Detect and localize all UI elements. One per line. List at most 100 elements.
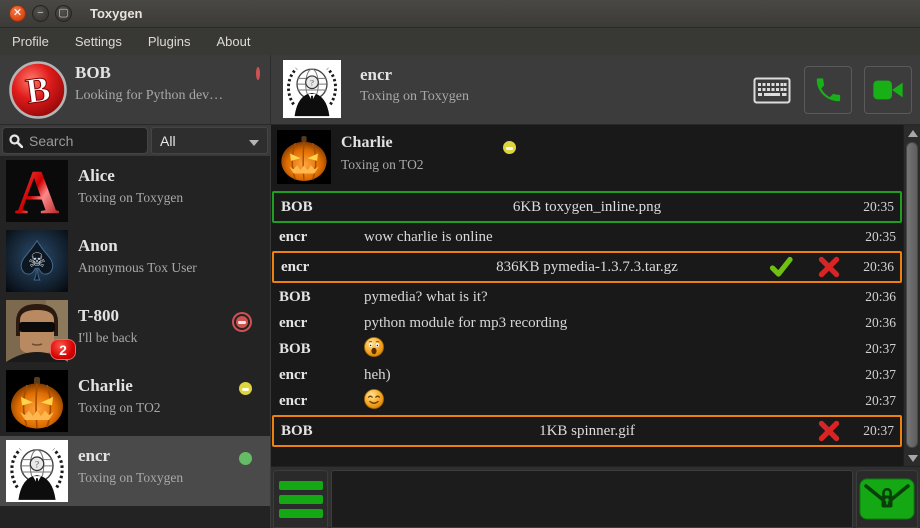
- menu-about[interactable]: About: [216, 34, 250, 49]
- contact-status-message: Toxing on Toxygen: [78, 190, 183, 206]
- contact-name: Charlie: [78, 376, 133, 396]
- send-encrypted-button[interactable]: [856, 470, 918, 528]
- self-status-message: Looking for Python dev…: [75, 88, 223, 104]
- message-text: heh): [364, 367, 854, 384]
- message-text: wow charlie is online: [364, 229, 854, 246]
- attachments-menu-button[interactable]: [273, 470, 328, 528]
- accept-file-button[interactable]: [768, 254, 794, 280]
- message-sender: BOB: [274, 423, 366, 440]
- message-time: 20:35: [854, 229, 902, 245]
- file-transfer-label: 6KB toxygen_inline.png: [274, 199, 900, 216]
- maximize-icon[interactable]: ▢: [55, 5, 72, 22]
- message-sender: BOB: [272, 341, 364, 358]
- busy-ring-status-icon: [236, 316, 248, 328]
- contact-list-item-encr[interactable]: ? encr Toxing on Toxygen: [0, 436, 270, 506]
- self-name: BOB: [75, 63, 111, 83]
- decline-file-button[interactable]: [816, 254, 842, 280]
- contact-name: T-800: [78, 306, 119, 326]
- chat-contact-status: Toxing on TO2: [341, 157, 424, 173]
- message-time: 20:37: [854, 367, 902, 383]
- avatar: ?: [6, 440, 68, 502]
- keyboard-icon[interactable]: [752, 75, 792, 105]
- message-row: BOB 20:37: [272, 336, 902, 362]
- filter-value: All: [160, 133, 176, 149]
- svg-text:A: A: [15, 160, 60, 222]
- chat-contact-name: Charlie: [341, 134, 393, 152]
- message-row: encr python module for mp3 recording 20:…: [272, 310, 902, 336]
- contact-status-message: Anonymous Tox User: [78, 260, 197, 276]
- contact-name: Alice: [78, 166, 115, 186]
- file-transfer-label: 1KB spinner.gif: [274, 423, 900, 440]
- avatar: ♠ ☠: [6, 230, 68, 292]
- scrollbar-thumb[interactable]: [906, 142, 918, 448]
- message-time: 20:36: [854, 315, 902, 331]
- search-box[interactable]: [2, 127, 148, 154]
- message-input[interactable]: [331, 470, 853, 528]
- chat-scrollbar[interactable]: [903, 125, 920, 466]
- message-time: 20:36: [852, 259, 900, 275]
- toxygen-window: ✕ − ▢ Toxygen Profile Settings Plugins A…: [0, 0, 920, 528]
- menu-plugins[interactable]: Plugins: [148, 34, 191, 49]
- active-contact-name: encr: [360, 65, 392, 85]
- message-scroll-area: Charlie Toxing on TO2 BOB 6KB toxygen_in…: [271, 125, 903, 466]
- avatar: B: [8, 60, 68, 120]
- active-contact-card: ? encr Toxing on Toxygen: [280, 55, 700, 125]
- close-icon[interactable]: ✕: [9, 5, 26, 22]
- titlebar: ✕ − ▢ Toxygen: [0, 0, 920, 28]
- message-row: encr 20:37: [272, 388, 902, 414]
- avatar: [277, 130, 331, 184]
- chevron-down-icon: [249, 140, 259, 146]
- video-icon: [872, 77, 904, 103]
- minimize-icon[interactable]: −: [32, 5, 49, 22]
- audio-call-button[interactable]: [804, 66, 852, 114]
- contact-status-message: Toxing on TO2: [78, 400, 161, 416]
- message-time: 20:35: [852, 199, 900, 215]
- menubar: Profile Settings Plugins About: [0, 28, 920, 55]
- scroll-up-icon[interactable]: [904, 125, 920, 141]
- message-time: 20:36: [854, 289, 902, 305]
- contacts-sidebar: All A Alice Toxing on Toxygen ♠ ☠ Anon A…: [0, 125, 270, 528]
- message-sender: encr: [272, 393, 364, 410]
- contact-name: encr: [78, 446, 110, 466]
- message-time: 20:37: [854, 393, 902, 409]
- search-input[interactable]: [29, 133, 129, 149]
- panel-divider: [270, 55, 271, 124]
- shocked-emoji-icon: [364, 337, 854, 362]
- window-title: Toxygen: [90, 6, 143, 21]
- away-status-icon: [239, 382, 252, 395]
- contact-status-message: I'll be back: [78, 330, 137, 346]
- top-panel: B BOB Looking for Python dev… ? encr Tox…: [0, 55, 920, 125]
- message-time: 20:37: [854, 341, 902, 357]
- message-sender: encr: [272, 229, 364, 246]
- file-transfer-row: encr 836KB pymedia-1.3.7.3.tar.gz 20:36: [272, 251, 902, 283]
- file-transfer-row: BOB 1KB spinner.gif 20:37: [272, 415, 902, 447]
- contact-list-item-t-800[interactable]: T-800 I'll be back 2: [0, 296, 270, 366]
- message-row: encr heh) 20:37: [272, 362, 902, 388]
- search-icon: [9, 134, 23, 148]
- svg-text:?: ?: [35, 460, 39, 470]
- contact-list: A Alice Toxing on Toxygen ♠ ☠ Anon Anony…: [0, 156, 270, 528]
- busy-status-icon: [256, 67, 260, 80]
- message-row: BOB pymedia? what is it? 20:36: [272, 284, 902, 310]
- message-sender: BOB: [272, 289, 364, 306]
- menu-settings[interactable]: Settings: [75, 34, 122, 49]
- scroll-down-icon[interactable]: [904, 450, 920, 466]
- message-text: python module for mp3 recording: [364, 315, 854, 332]
- avatar: [6, 370, 68, 432]
- encrypted-envelope-icon: [859, 478, 915, 520]
- message-sender: encr: [272, 367, 364, 384]
- message-sender: BOB: [274, 199, 366, 216]
- video-call-button[interactable]: [864, 66, 912, 114]
- self-profile-card[interactable]: B BOB Looking for Python dev…: [0, 55, 270, 125]
- message-sender: encr: [274, 259, 366, 276]
- contact-name: Anon: [78, 236, 118, 256]
- decline-file-button[interactable]: [816, 418, 842, 444]
- contact-list-item-charlie[interactable]: Charlie Toxing on TO2: [0, 366, 270, 436]
- contact-filter-dropdown[interactable]: All: [151, 127, 268, 154]
- message-row: encr wow charlie is online 20:35: [272, 224, 902, 250]
- contact-list-item-anon[interactable]: ♠ ☠ Anon Anonymous Tox User: [0, 226, 270, 296]
- menu-profile[interactable]: Profile: [12, 34, 49, 49]
- active-contact-status: Toxing on Toxygen: [360, 89, 469, 105]
- smile-emoji-icon: [364, 389, 854, 414]
- contact-list-item-alice[interactable]: A Alice Toxing on Toxygen: [0, 156, 270, 226]
